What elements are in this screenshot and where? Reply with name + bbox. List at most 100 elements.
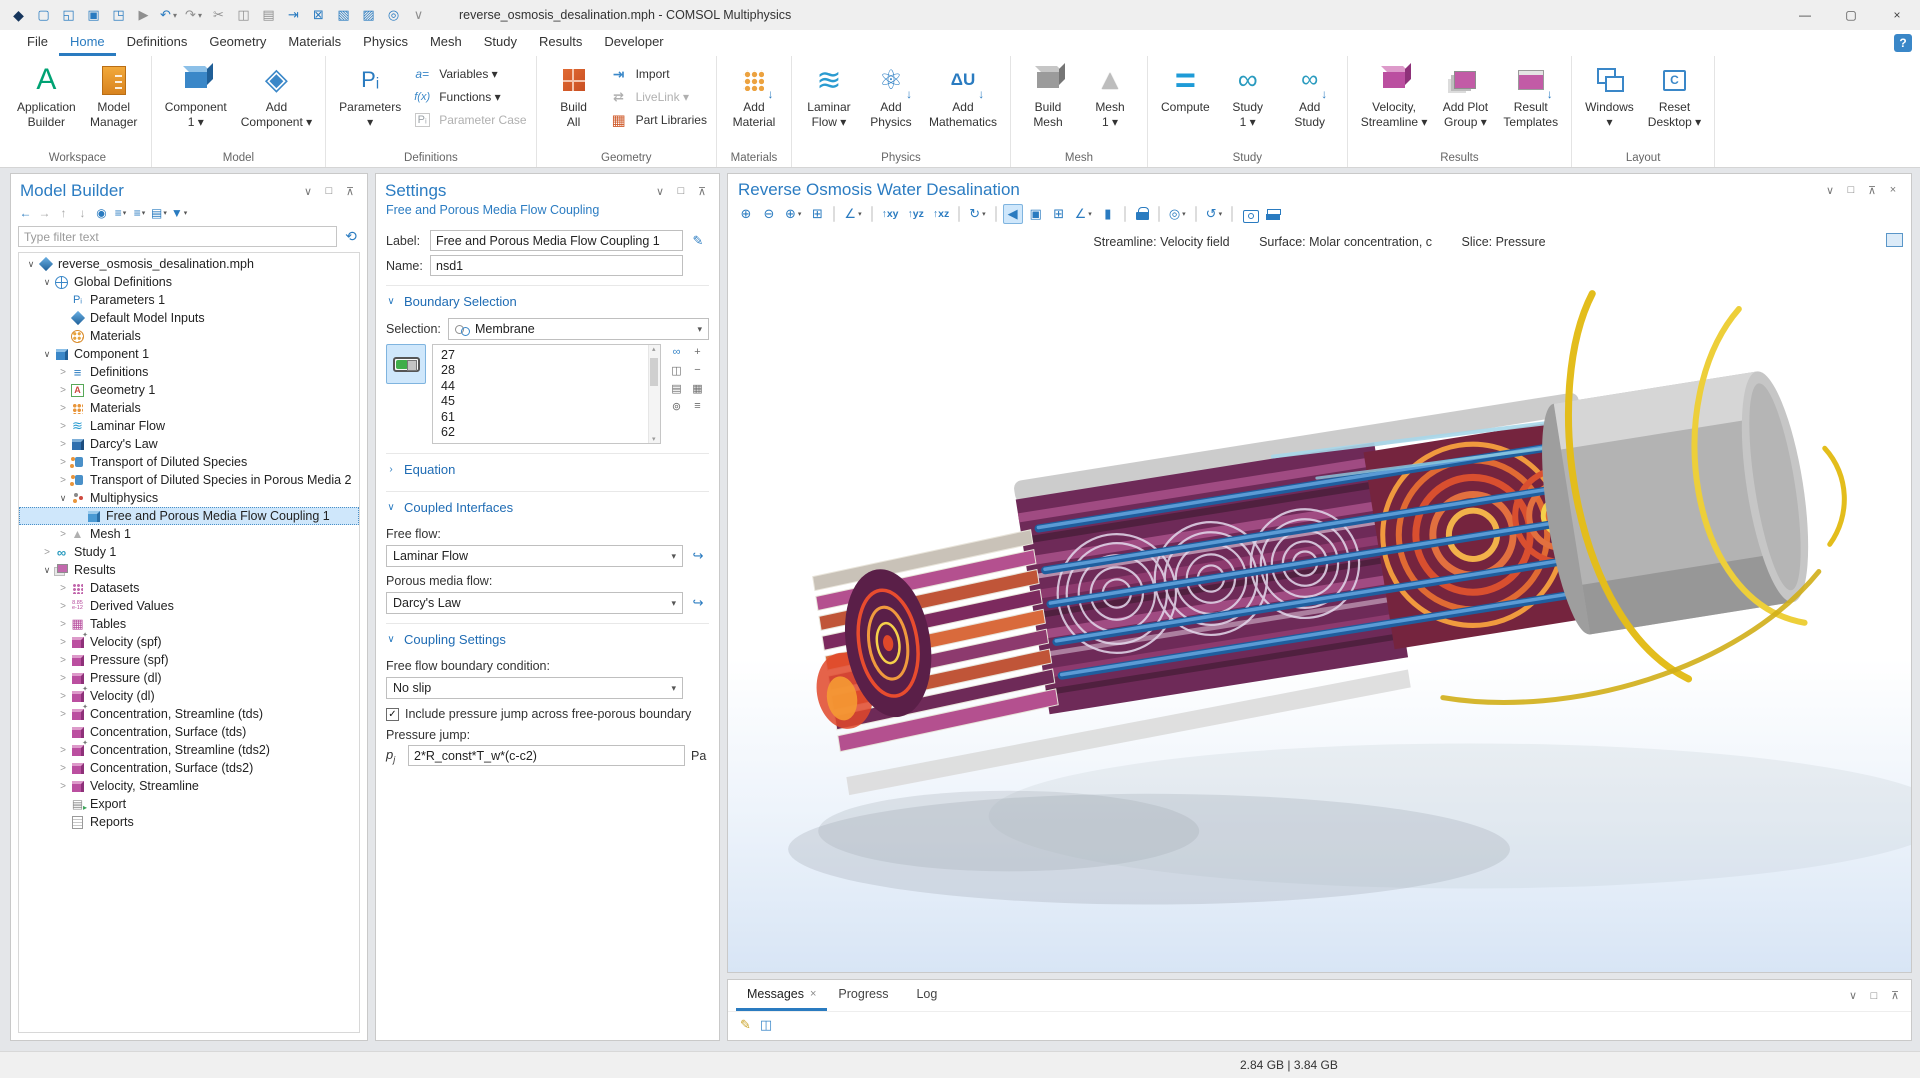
select-box-icon[interactable]: ▧: [331, 3, 356, 27]
tree-expander-icon[interactable]: >: [56, 583, 70, 594]
tree-item[interactable]: > Pressure (dl): [19, 669, 359, 687]
tree-item[interactable]: > Study 1: [19, 543, 359, 561]
menu-definitions[interactable]: Definitions: [116, 30, 199, 56]
refresh-icon[interactable]: ⟲: [342, 228, 360, 245]
parameters-button[interactable]: Parameters▾: [333, 59, 407, 148]
move-down-icon[interactable]: ↓: [74, 204, 91, 222]
model-manager-button[interactable]: ModelManager: [84, 59, 144, 148]
build-all-button[interactable]: BuildAll: [544, 59, 604, 148]
toolbar-separator[interactable]: [1231, 206, 1233, 222]
tree-item[interactable]: > Transport of Diluted Species in Porous…: [19, 471, 359, 489]
tree-expander-icon[interactable]: >: [56, 601, 70, 612]
toolbar-separator[interactable]: [833, 206, 835, 222]
panel-menu-icon[interactable]: ∨: [1845, 988, 1861, 1004]
duplicate-icon[interactable]: ⇥: [281, 3, 306, 27]
tree-expander-icon[interactable]: ∨: [40, 349, 54, 360]
tree-expander-icon[interactable]: >: [56, 655, 70, 666]
compute-button[interactable]: Compute: [1155, 59, 1216, 148]
tree-item[interactable]: > Velocity, Streamline: [19, 777, 359, 795]
tree-item[interactable]: Parameters 1: [19, 291, 359, 309]
variables-button[interactable]: Variables ▾: [411, 64, 526, 84]
zoom-box-icon[interactable]: ⊕▾: [782, 204, 804, 224]
go-to-source-icon[interactable]: ↪: [687, 593, 709, 614]
tree-item[interactable]: Reports: [19, 813, 359, 831]
free-flow-dropdown[interactable]: Laminar Flow ▾: [386, 545, 683, 567]
tree-item[interactable]: ∨ Component 1: [19, 345, 359, 363]
menu-materials[interactable]: Materials: [277, 30, 352, 56]
rename-icon[interactable]: ✎: [687, 230, 709, 251]
import-button[interactable]: Import: [608, 64, 707, 84]
tree-expander-icon[interactable]: >: [56, 763, 70, 774]
toolbar-separator[interactable]: [1124, 206, 1126, 222]
pressure-jump-input[interactable]: [408, 745, 685, 766]
add-material-button[interactable]: AddMaterial: [724, 59, 784, 148]
boundary-list-item[interactable]: 45: [433, 394, 660, 410]
save-as-icon[interactable]: ◳: [106, 3, 131, 27]
float-icon[interactable]: □: [321, 183, 337, 199]
tree-item[interactable]: > Definitions: [19, 363, 359, 381]
tree-expander-icon[interactable]: ∨: [24, 259, 38, 270]
view-yz-icon[interactable]: ↑yz: [905, 204, 927, 224]
tree-expander-icon[interactable]: >: [56, 403, 70, 414]
boundary-list-item[interactable]: 28: [433, 363, 660, 379]
new-file-icon[interactable]: ▢: [31, 3, 56, 27]
tree-expander-icon[interactable]: >: [56, 619, 70, 630]
scrollbar-thumb[interactable]: [650, 358, 658, 386]
tree-item[interactable]: Materials: [19, 327, 359, 345]
node-grouping-icon[interactable]: ▤▾: [150, 204, 168, 222]
tree-expander-icon[interactable]: >: [56, 457, 70, 468]
menu-developer[interactable]: Developer: [593, 30, 674, 56]
paste-icon[interactable]: ▤: [256, 3, 281, 27]
rotate-view-icon[interactable]: ↻▾: [966, 204, 988, 224]
float-icon[interactable]: □: [1866, 988, 1882, 1004]
lock-view-icon[interactable]: [1132, 204, 1152, 224]
mesh-1-button[interactable]: Mesh1 ▾: [1080, 59, 1140, 148]
tree-item[interactable]: > Velocity (dl): [19, 687, 359, 705]
tree-expander-icon[interactable]: >: [56, 745, 70, 756]
section-header[interactable]: ∨ Boundary Selection: [386, 292, 709, 314]
redo-icon[interactable]: ↷▾: [181, 3, 206, 27]
pin-icon[interactable]: ⊼: [694, 183, 710, 199]
tab-log[interactable]: Log: [905, 980, 954, 1011]
tree-item[interactable]: ∨ Multiphysics: [19, 489, 359, 507]
filter-icon[interactable]: ▼▾: [170, 204, 188, 222]
copy-icon[interactable]: ◫: [231, 3, 256, 27]
component-1-button[interactable]: Component1 ▾: [159, 59, 233, 148]
undo-icon[interactable]: ↶▾: [156, 3, 181, 27]
menu-file[interactable]: File: [16, 30, 59, 56]
tree-item[interactable]: > Mesh 1: [19, 525, 359, 543]
tree-item[interactable]: > Geometry 1: [19, 381, 359, 399]
scrollbar[interactable]: [648, 345, 660, 443]
go-back-icon[interactable]: ←: [17, 204, 34, 222]
view-orientation-icon[interactable]: ∠▾: [841, 204, 864, 224]
delete-icon[interactable]: ⊠: [306, 3, 331, 27]
color-legend-icon[interactable]: ▮: [1098, 204, 1118, 224]
menu-mesh[interactable]: Mesh: [419, 30, 473, 56]
application-builder-button[interactable]: ApplicationBuilder: [11, 59, 82, 148]
toolbar-separator[interactable]: [1158, 206, 1160, 222]
clear-log-icon[interactable]: ✎: [740, 1017, 751, 1033]
menu-physics[interactable]: Physics: [352, 30, 419, 56]
boundary-list-item[interactable]: 44: [433, 378, 660, 394]
reset-desktop-button[interactable]: ResetDesktop ▾: [1642, 59, 1707, 148]
tree-expander-icon[interactable]: >: [40, 547, 54, 558]
copy-selection-icon[interactable]: ◫: [667, 362, 686, 378]
tree-item[interactable]: Export: [19, 795, 359, 813]
go-to-source-icon[interactable]: ↪: [687, 546, 709, 567]
tree-item[interactable]: Concentration, Surface (tds): [19, 723, 359, 741]
tree-expander-icon[interactable]: >: [56, 709, 70, 720]
show-toggle-icon[interactable]: ◉: [93, 204, 110, 222]
zoom-in-icon[interactable]: ⊕: [736, 204, 756, 224]
move-up-icon[interactable]: ↑: [55, 204, 72, 222]
velocity-streamline-button[interactable]: Velocity,Streamline ▾: [1355, 59, 1434, 148]
save-icon[interactable]: ▣: [81, 3, 106, 27]
tree-item[interactable]: > Concentration, Streamline (tds): [19, 705, 359, 723]
section-header[interactable]: ∨ Coupling Settings: [386, 630, 709, 652]
show-axes-icon[interactable]: ∠▾: [1072, 204, 1095, 224]
tree-item[interactable]: > Transport of Diluted Species: [19, 453, 359, 471]
part-libraries-button[interactable]: Part Libraries: [608, 110, 707, 130]
update-plot-icon[interactable]: ↺▾: [1203, 204, 1225, 224]
go-forward-icon[interactable]: →: [36, 204, 53, 222]
tree-item[interactable]: > Tables: [19, 615, 359, 633]
snapshot-icon[interactable]: [1239, 204, 1259, 224]
